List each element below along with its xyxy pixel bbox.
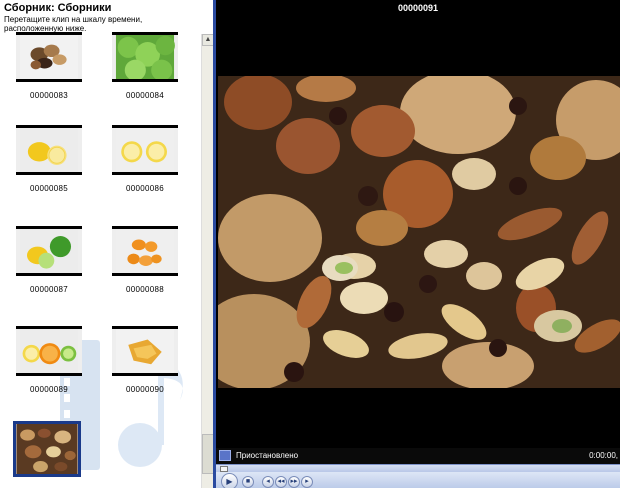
- clip-item[interactable]: 00000090: [110, 326, 180, 394]
- nuts-thumbnail: [13, 421, 81, 477]
- lemon-thumbnail: [16, 125, 82, 175]
- forward-icon: ▸▸: [290, 478, 298, 485]
- clip-item[interactable]: 00000088: [110, 226, 180, 294]
- seek-bar[interactable]: [216, 464, 620, 472]
- collection-scrollbar[interactable]: ▲: [201, 34, 214, 488]
- preview-monitor: 00000091 Приостановлено 0:00:00, ▶ ■ ◂ ◂…: [216, 0, 620, 488]
- previous-frame-icon: ◂: [266, 478, 270, 485]
- collection-title: Сборник: Сборники: [4, 2, 112, 14]
- playback-time: 0:00:00,: [589, 451, 618, 460]
- collection-header: Сборник: Сборники Перетащите клип на шка…: [0, 0, 214, 34]
- clip-item[interactable]: 00000086: [110, 125, 180, 193]
- clip-item[interactable]: 00000083: [14, 32, 84, 100]
- clip-item[interactable]: 00000085: [14, 125, 84, 193]
- clip-item[interactable]: [12, 421, 82, 477]
- previous-button[interactable]: ◂: [262, 476, 274, 488]
- lemon-lime-thumbnail: [16, 226, 82, 276]
- pineapple-thumbnail: [112, 326, 178, 376]
- playback-controls: ▶ ■ ◂ ◂◂ ▸▸ ▸: [216, 472, 620, 488]
- clip-item[interactable]: 00000084: [110, 32, 180, 100]
- back-frame-button[interactable]: ◂◂: [275, 476, 287, 488]
- monitor-clip-name: 00000091: [397, 3, 439, 13]
- clip-label: 00000088: [126, 285, 164, 294]
- play-icon: ▶: [226, 477, 233, 486]
- collection-pane: Сборник: Сборники Перетащите клип на шка…: [0, 0, 214, 488]
- clip-label: 00000089: [30, 385, 68, 394]
- lemon-halves-thumbnail: [112, 125, 178, 175]
- collection-hint: Перетащите клип на шкалу времени, распол…: [4, 15, 143, 33]
- clip-label: 00000090: [126, 385, 164, 394]
- stop-icon: ■: [245, 478, 251, 485]
- clip-item[interactable]: 00000089: [14, 326, 84, 394]
- rewind-icon: ◂◂: [277, 478, 285, 485]
- clip-label: 00000085: [30, 184, 68, 193]
- lettuce-thumbnail: [112, 32, 178, 82]
- video-preview: [218, 76, 620, 388]
- status-bar: Приостановлено 0:00:00,: [216, 448, 620, 464]
- forward-frame-button[interactable]: ▸▸: [288, 476, 300, 488]
- clip-item[interactable]: 00000087: [14, 226, 84, 294]
- next-frame-icon: ▸: [305, 478, 309, 485]
- mixed-nuts-thumbnail: [16, 32, 82, 82]
- clip-label: 00000086: [126, 184, 164, 193]
- clip-label: 00000087: [30, 285, 68, 294]
- playback-status: Приостановлено: [236, 451, 299, 460]
- clip-label: 00000083: [30, 91, 68, 100]
- clip-label: 00000084: [126, 91, 164, 100]
- stop-button[interactable]: ■: [242, 476, 254, 488]
- tangerine-thumbnail: [112, 226, 178, 276]
- play-button[interactable]: ▶: [221, 473, 238, 488]
- monitor-status-icon: [219, 450, 231, 461]
- citrus-slices-thumbnail: [16, 326, 82, 376]
- next-button[interactable]: ▸: [301, 476, 313, 488]
